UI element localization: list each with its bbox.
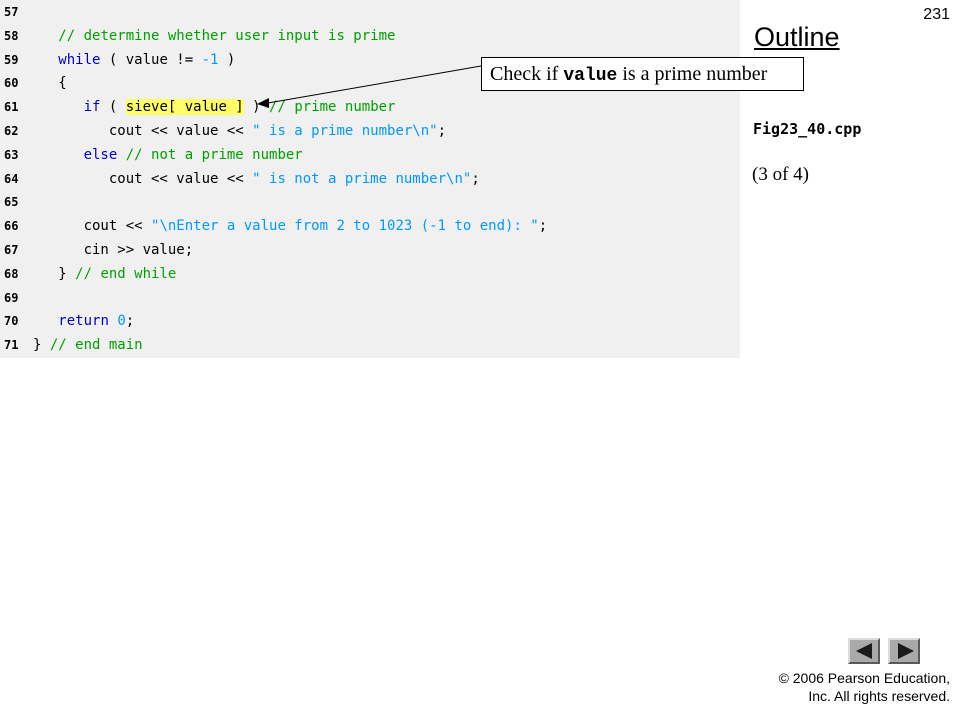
next-slide-button[interactable] bbox=[888, 638, 920, 664]
copyright-notice: © 2006 Pearson Education, Inc. All right… bbox=[779, 669, 950, 705]
callout-suffix: is a prime number bbox=[617, 63, 768, 85]
callout-code: value bbox=[563, 66, 618, 86]
callout-prefix: Check if bbox=[490, 63, 564, 85]
triangle-left-icon bbox=[856, 643, 872, 659]
triangle-right-icon bbox=[898, 643, 914, 659]
callout-arrow-icon bbox=[257, 65, 482, 108]
copyright-line-2: Inc. All rights reserved. bbox=[808, 688, 950, 704]
previous-slide-button[interactable] bbox=[848, 638, 880, 664]
copyright-line-1: © 2006 Pearson Education, bbox=[778, 670, 950, 686]
callout-box: Check if value is a prime number bbox=[481, 57, 804, 91]
